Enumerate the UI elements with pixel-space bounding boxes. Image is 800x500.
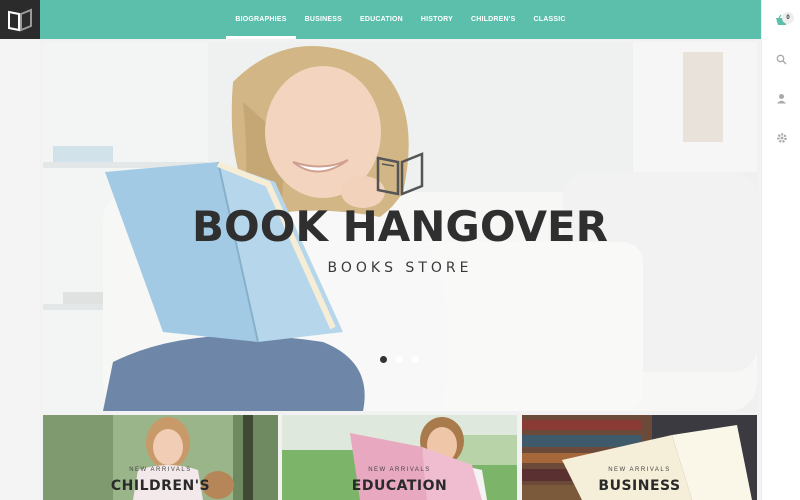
nav-item-classic[interactable]: CLASSIC (525, 0, 575, 39)
right-toolbar: 0 (761, 0, 800, 500)
tile-name: BUSINESS (598, 478, 681, 494)
settings-button[interactable] (762, 118, 800, 157)
user-icon (777, 94, 786, 104)
slider-dot-2[interactable] (396, 356, 403, 363)
tile-tag: NEW ARRIVALS (129, 467, 192, 473)
main-navigation: BIOGRAPHIES BUSINESS EDUCATION HISTORY C… (40, 0, 761, 39)
tile-tag: NEW ARRIVALS (608, 467, 671, 473)
search-button[interactable] (762, 40, 800, 79)
site-logo[interactable] (0, 0, 40, 39)
nav-item-history[interactable]: HISTORY (412, 0, 462, 39)
page: BIOGRAPHIES BUSINESS EDUCATION HISTORY C… (0, 0, 800, 500)
hero-subtitle: BOOKS STORE (327, 260, 473, 276)
book-logo-icon (8, 8, 32, 31)
account-button[interactable] (762, 79, 800, 118)
slider-dot-1[interactable] (380, 356, 387, 363)
nav-item-education[interactable]: EDUCATION (351, 0, 412, 39)
category-tile-business[interactable]: NEW ARRIVALS BUSINESS (522, 415, 757, 500)
category-tile-education[interactable]: NEW ARRIVALS EDUCATION (282, 415, 517, 500)
category-tile-childrens[interactable]: NEW ARRIVALS CHILDREN'S (43, 415, 278, 500)
left-gutter (0, 39, 40, 500)
gear-icon (776, 132, 787, 143)
cart-button[interactable]: 0 (762, 0, 800, 39)
slider-pagination (380, 356, 419, 363)
tile-tag: NEW ARRIVALS (368, 467, 431, 473)
slider-dot-3[interactable] (412, 356, 419, 363)
nav-item-biographies[interactable]: BIOGRAPHIES (226, 0, 296, 39)
hero-slider: BOOK HANGOVER BOOKS STORE (43, 42, 757, 411)
tile-name: EDUCATION (351, 478, 448, 494)
nav-item-childrens[interactable]: CHILDREN'S (462, 0, 525, 39)
tile-name: CHILDREN'S (110, 478, 211, 494)
cart-count-badge: 0 (782, 12, 794, 24)
hero-title: BOOK HANGOVER (192, 202, 608, 251)
nav-item-business[interactable]: BUSINESS (296, 0, 351, 39)
book-emblem-icon (376, 152, 424, 196)
search-icon (776, 54, 787, 65)
